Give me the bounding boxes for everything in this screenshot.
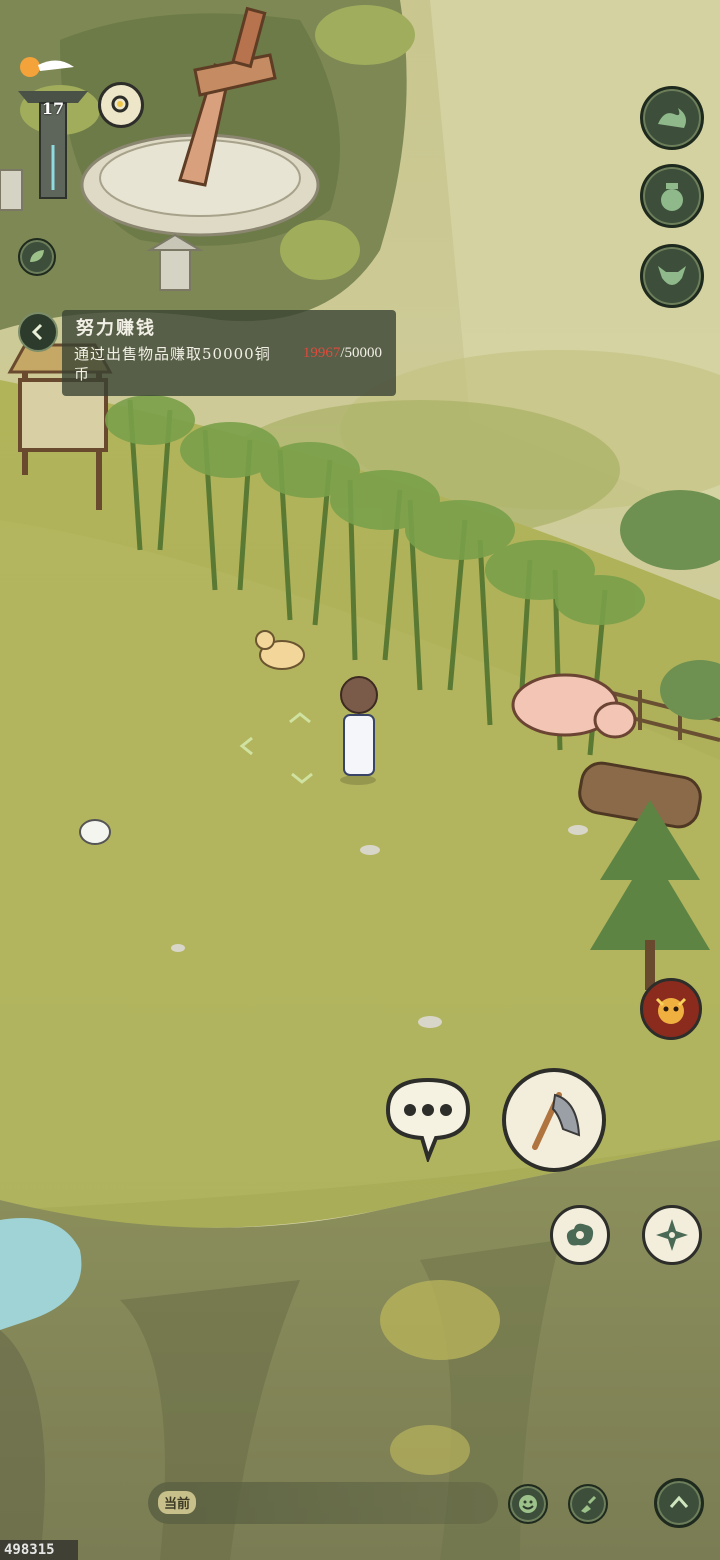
shuriken-icon (656, 1219, 688, 1251)
wave-icon (658, 108, 686, 128)
ox-head-button[interactable] (640, 244, 704, 308)
cloud-swirl-icon (566, 1223, 594, 1246)
smiley-icon (519, 1495, 537, 1513)
wave-button[interactable] (640, 86, 704, 150)
quest-progress: 19967/50000 (303, 345, 382, 362)
boss-button[interactable] (640, 978, 702, 1040)
quest-progress-total: /50000 (340, 345, 382, 361)
quest-collapse-button[interactable] (18, 312, 58, 352)
gourd-icon (661, 183, 683, 211)
gourd-button[interactable] (640, 164, 704, 228)
emote-button[interactable] (508, 1484, 548, 1524)
quest-title: 努力赚钱 (76, 318, 156, 339)
brush-icon (581, 1495, 597, 1513)
shuriken-skill-button[interactable] (642, 1205, 702, 1265)
search-button[interactable] (98, 82, 144, 128)
leaf-icon (30, 250, 44, 262)
chop-button[interactable] (502, 1068, 606, 1172)
ox-head-icon (658, 266, 686, 285)
chat-channel-tag[interactable]: 当前 (158, 1491, 197, 1514)
brush-button[interactable] (568, 1484, 608, 1524)
talk-button[interactable] (384, 1076, 472, 1165)
speech-bubble-icon (385, 1077, 471, 1165)
game-world[interactable] (0, 0, 720, 1560)
chevron-up-icon (669, 1495, 689, 1508)
cloud-skill-button[interactable] (550, 1205, 610, 1265)
chat-bar[interactable]: 当前 (148, 1482, 498, 1524)
pillar-icon (18, 57, 88, 199)
player-level: 17 (41, 99, 65, 118)
magnifier-icon (111, 95, 129, 113)
player-level-badge[interactable]: 17 (18, 55, 88, 205)
player-id: 498315 (0, 1540, 78, 1560)
expand-menu-button[interactable] (654, 1478, 704, 1528)
leaf-button[interactable] (18, 238, 56, 276)
quest-progress-current: 19967 (302, 345, 341, 361)
chevron-left-icon (31, 323, 43, 341)
demon-face-icon (655, 997, 687, 1024)
axe-icon (532, 1092, 581, 1150)
quest-description: 通过出售物品赚取50000铜币 (74, 345, 271, 383)
quest-tracker[interactable]: 努力赚钱 通过出售物品赚取50000铜币 19967/50000 (62, 310, 396, 396)
